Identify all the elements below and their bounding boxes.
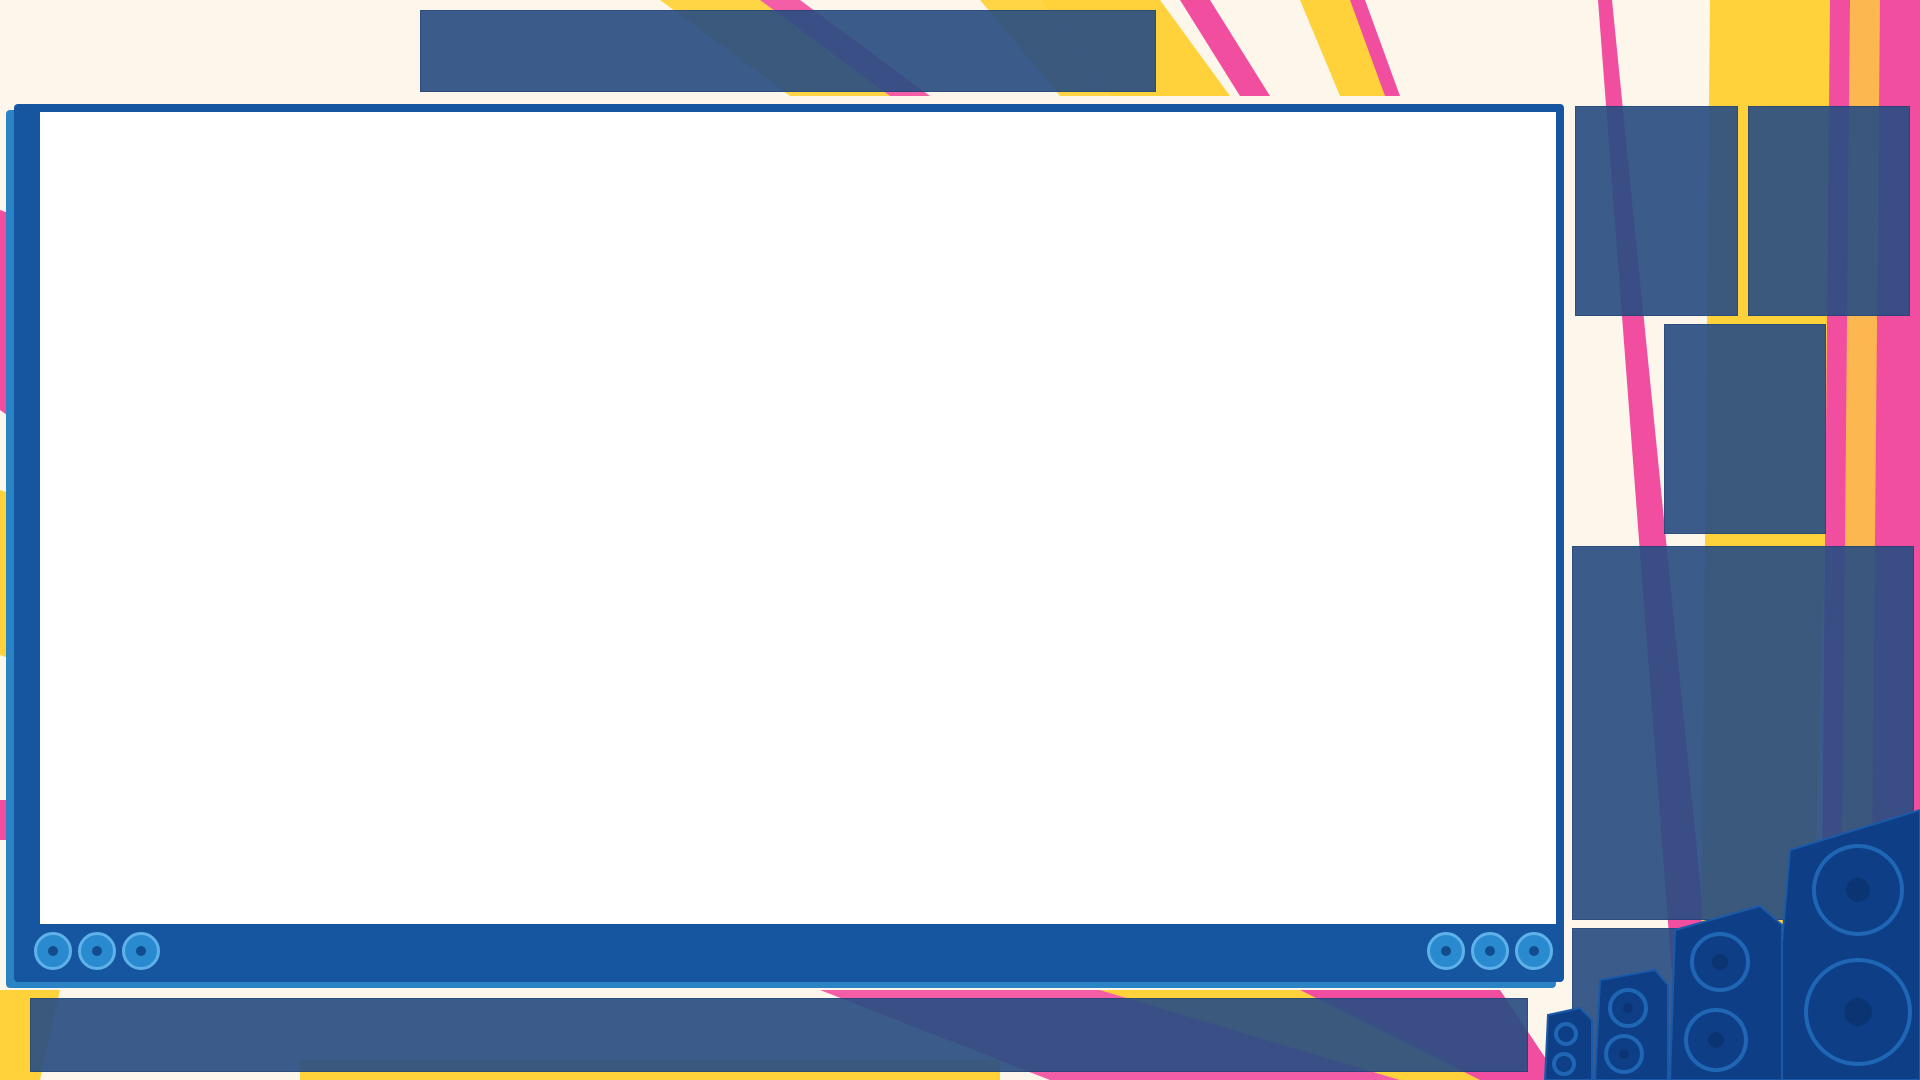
top-right-side-panel (1748, 106, 1910, 316)
speaker-icon (78, 932, 116, 970)
speaker-icon (34, 932, 72, 970)
main-screen-area (40, 112, 1556, 924)
speaker-icon (1427, 932, 1465, 970)
monitor-bottom-bar (24, 926, 1556, 978)
speaker-icon (1515, 932, 1553, 970)
top-banner-panel (420, 10, 1156, 92)
middle-side-panel (1664, 324, 1826, 534)
top-left-side-panel (1575, 106, 1738, 316)
bottom-banner-panel (30, 998, 1528, 1072)
speaker-icon (1471, 932, 1509, 970)
speaker-icon (122, 932, 160, 970)
large-side-panel (1572, 546, 1914, 920)
lower-side-panel (1572, 928, 1914, 1080)
